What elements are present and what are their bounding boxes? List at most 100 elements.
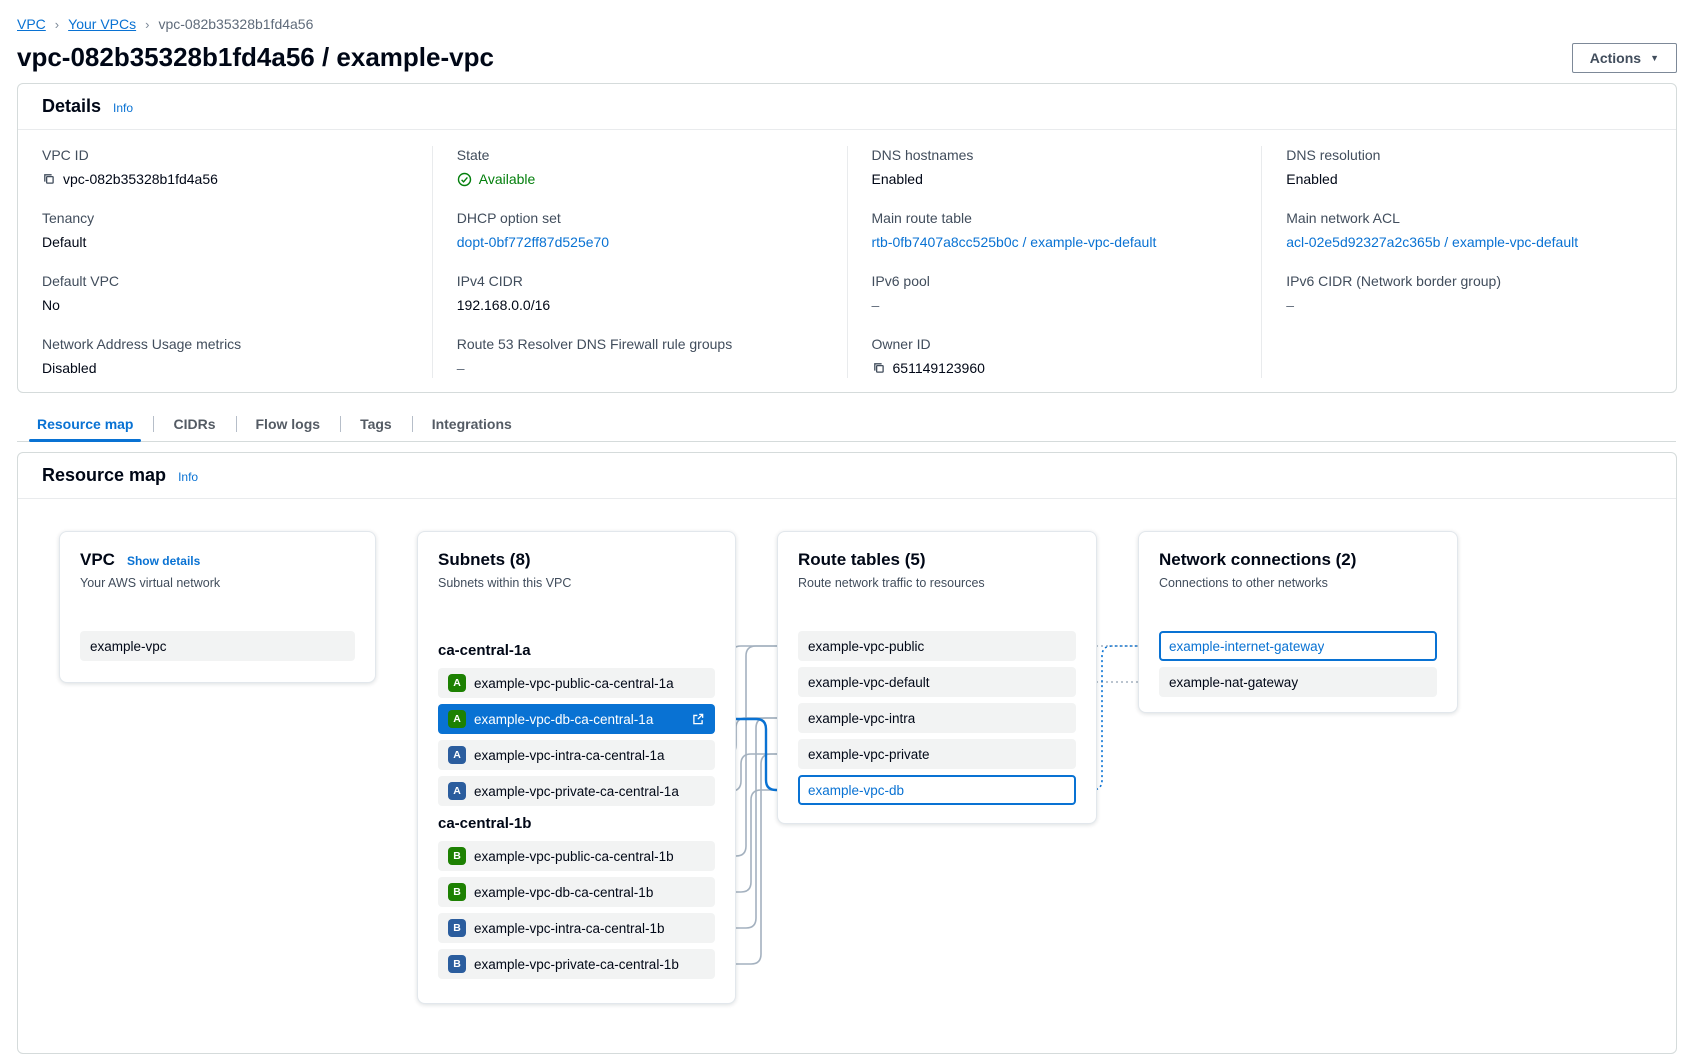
az-badge: B [448, 919, 466, 937]
subnet-item[interactable]: Bexample-vpc-db-ca-central-1b [438, 877, 715, 907]
route-table-item[interactable]: example-vpc-default [798, 667, 1076, 697]
item-label: example-vpc-private-ca-central-1a [474, 784, 679, 799]
detail-label: Default VPC [42, 272, 408, 290]
page-header: vpc-082b35328b1fd4a56 / example-vpc Acti… [17, 42, 1677, 73]
detail-value-text: 651149123960 [893, 358, 985, 378]
actions-button[interactable]: Actions ▼ [1572, 43, 1677, 73]
subnet-item[interactable]: Aexample-vpc-db-ca-central-1a [438, 704, 715, 734]
detail-field: Owner ID 651149123960 [872, 335, 1238, 378]
subnet-item[interactable]: Aexample-vpc-intra-ca-central-1a [438, 740, 715, 770]
az-badge: A [448, 782, 466, 800]
status-text: Available [479, 169, 536, 189]
item-label: example-internet-gateway [1169, 639, 1324, 654]
detail-field: DNS resolutionEnabled [1286, 146, 1652, 189]
details-column: StateAvailableDHCP option setdopt-0bf772… [433, 146, 848, 378]
tab-cidrs[interactable]: CIDRs [153, 407, 235, 441]
item-label: example-vpc-db-ca-central-1b [474, 885, 653, 900]
detail-label: Main route table [872, 209, 1238, 227]
item-label: example-nat-gateway [1169, 675, 1298, 690]
detail-field: IPv6 CIDR (Network border group)– [1286, 272, 1652, 315]
detail-link[interactable]: dopt-0bf772ff87d525e70 [457, 232, 609, 252]
detail-value: – [457, 358, 823, 378]
detail-field: Default VPC No [42, 272, 408, 315]
detail-value: 651149123960 [872, 358, 1238, 378]
item-label: example-vpc-default [808, 675, 930, 690]
detail-label: Tenancy [42, 209, 408, 227]
external-link-icon[interactable] [691, 712, 705, 726]
details-column: VPC IDvpc-082b35328b1fd4a56 Tenancy Defaul… [18, 146, 433, 378]
route-table-item[interactable]: example-vpc-private [798, 739, 1076, 769]
route-table-item[interactable]: example-vpc-public [798, 631, 1076, 661]
detail-field: DHCP option set dopt-0bf772ff87d525e70 [457, 209, 823, 252]
subnet-item[interactable]: Bexample-vpc-public-ca-central-1b [438, 841, 715, 871]
network-connections-card: Network connections (2) Connections to o… [1138, 531, 1458, 713]
copy-icon[interactable] [42, 172, 56, 186]
network-connection-item[interactable]: example-internet-gateway [1159, 631, 1437, 661]
detail-value: dopt-0bf772ff87d525e70 [457, 232, 823, 252]
breadcrumb-separator-icon: › [55, 17, 59, 32]
show-details-link[interactable]: Show details [127, 554, 200, 568]
detail-value: No [42, 295, 408, 315]
details-info-link[interactable]: Info [113, 101, 133, 115]
route-table-list: example-vpc-public example-vpc-default exa… [798, 631, 1076, 805]
detail-value-text: vpc-082b35328b1fd4a56 [63, 169, 218, 189]
resource-map-info-link[interactable]: Info [178, 470, 198, 484]
detail-value: – [872, 295, 1238, 315]
item-label: example-vpc-intra-ca-central-1a [474, 748, 665, 763]
subnet-item[interactable]: Aexample-vpc-public-ca-central-1a [438, 668, 715, 698]
tab-resource-map[interactable]: Resource map [17, 407, 153, 441]
vpc-item[interactable]: example-vpc [80, 631, 355, 661]
item-label: example-vpc-public [808, 639, 924, 654]
subnets-card-subtitle: Subnets within this VPC [438, 575, 715, 591]
network-connections-card-subtitle: Connections to other networks [1159, 575, 1437, 591]
item-label: example-vpc-intra [808, 711, 915, 726]
detail-label: DNS resolution [1286, 146, 1652, 164]
breadcrumb-item[interactable]: Your VPCs [68, 16, 136, 32]
item-label: example-vpc-private [808, 747, 930, 762]
route-table-item[interactable]: example-vpc-intra [798, 703, 1076, 733]
subnets-card: Subnets (8) Subnets within this VPC ca-c… [417, 531, 736, 1004]
tab-tags[interactable]: Tags [340, 407, 412, 441]
resource-map-body: VPC Show details Your AWS virtual networ… [18, 499, 1676, 1053]
detail-label: Owner ID [872, 335, 1238, 353]
vpc-card-subtitle: Your AWS virtual network [80, 575, 355, 591]
subnet-item[interactable]: Aexample-vpc-private-ca-central-1a [438, 776, 715, 806]
tab-flow-logs[interactable]: Flow logs [236, 407, 341, 441]
actions-button-label: Actions [1590, 50, 1641, 66]
subnet-group: ca-central-1aAexample-vpc-public-ca-cent… [438, 641, 715, 806]
detail-label: DHCP option set [457, 209, 823, 227]
subnet-item[interactable]: Bexample-vpc-private-ca-central-1b [438, 949, 715, 979]
network-connection-list: example-internet-gateway example-nat-gate… [1159, 631, 1437, 697]
az-badge: B [448, 955, 466, 973]
network-connection-item[interactable]: example-nat-gateway [1159, 667, 1437, 697]
copy-icon[interactable] [872, 361, 886, 375]
item-label: example-vpc-public-ca-central-1a [474, 676, 674, 691]
detail-field: Network Address Usage metricsDisabled [42, 335, 408, 378]
detail-value: acl-02e5d92327a2c365b / example-vpc-defa… [1286, 232, 1652, 252]
breadcrumb-item[interactable]: VPC [17, 16, 46, 32]
availability-zone-label: ca-central-1b [438, 814, 715, 833]
az-badge: B [448, 847, 466, 865]
route-table-item[interactable]: example-vpc-db [798, 775, 1076, 805]
detail-label: DNS hostnames [872, 146, 1238, 164]
detail-value: vpc-082b35328b1fd4a56 [42, 169, 408, 189]
item-label: example-vpc-intra-ca-central-1b [474, 921, 665, 936]
details-column: DNS hostnames Enabled Main route table rtb-… [848, 146, 1263, 378]
tab-integrations[interactable]: Integrations [412, 407, 532, 441]
subnet-group-list: ca-central-1aAexample-vpc-public-ca-cent… [438, 641, 715, 979]
detail-label: Route 53 Resolver DNS Firewall rule grou… [457, 335, 823, 353]
detail-field: VPC IDvpc-082b35328b1fd4a56 [42, 146, 408, 189]
detail-label: IPv6 pool [872, 272, 1238, 290]
detail-value: 192.168.0.0/16 [457, 295, 823, 315]
detail-field: Route 53 Resolver DNS Firewall rule grou… [457, 335, 823, 378]
detail-link[interactable]: acl-02e5d92327a2c365b / example-vpc-defa… [1286, 232, 1578, 252]
detail-value: Disabled [42, 358, 408, 378]
item-label: example-vpc-db-ca-central-1a [474, 712, 683, 727]
route-tables-card: Route tables (5) Route network traffic t… [777, 531, 1097, 824]
detail-label: IPv4 CIDR [457, 272, 823, 290]
detail-link[interactable]: rtb-0fb7407a8cc525b0c / example-vpc-defa… [872, 232, 1157, 252]
detail-value: Enabled [872, 169, 1238, 189]
page-title: vpc-082b35328b1fd4a56 / example-vpc [17, 42, 494, 73]
subnet-item[interactable]: Bexample-vpc-intra-ca-central-1b [438, 913, 715, 943]
subnet-group: ca-central-1b Bexample-vpc-public-ca-cent… [438, 814, 715, 979]
